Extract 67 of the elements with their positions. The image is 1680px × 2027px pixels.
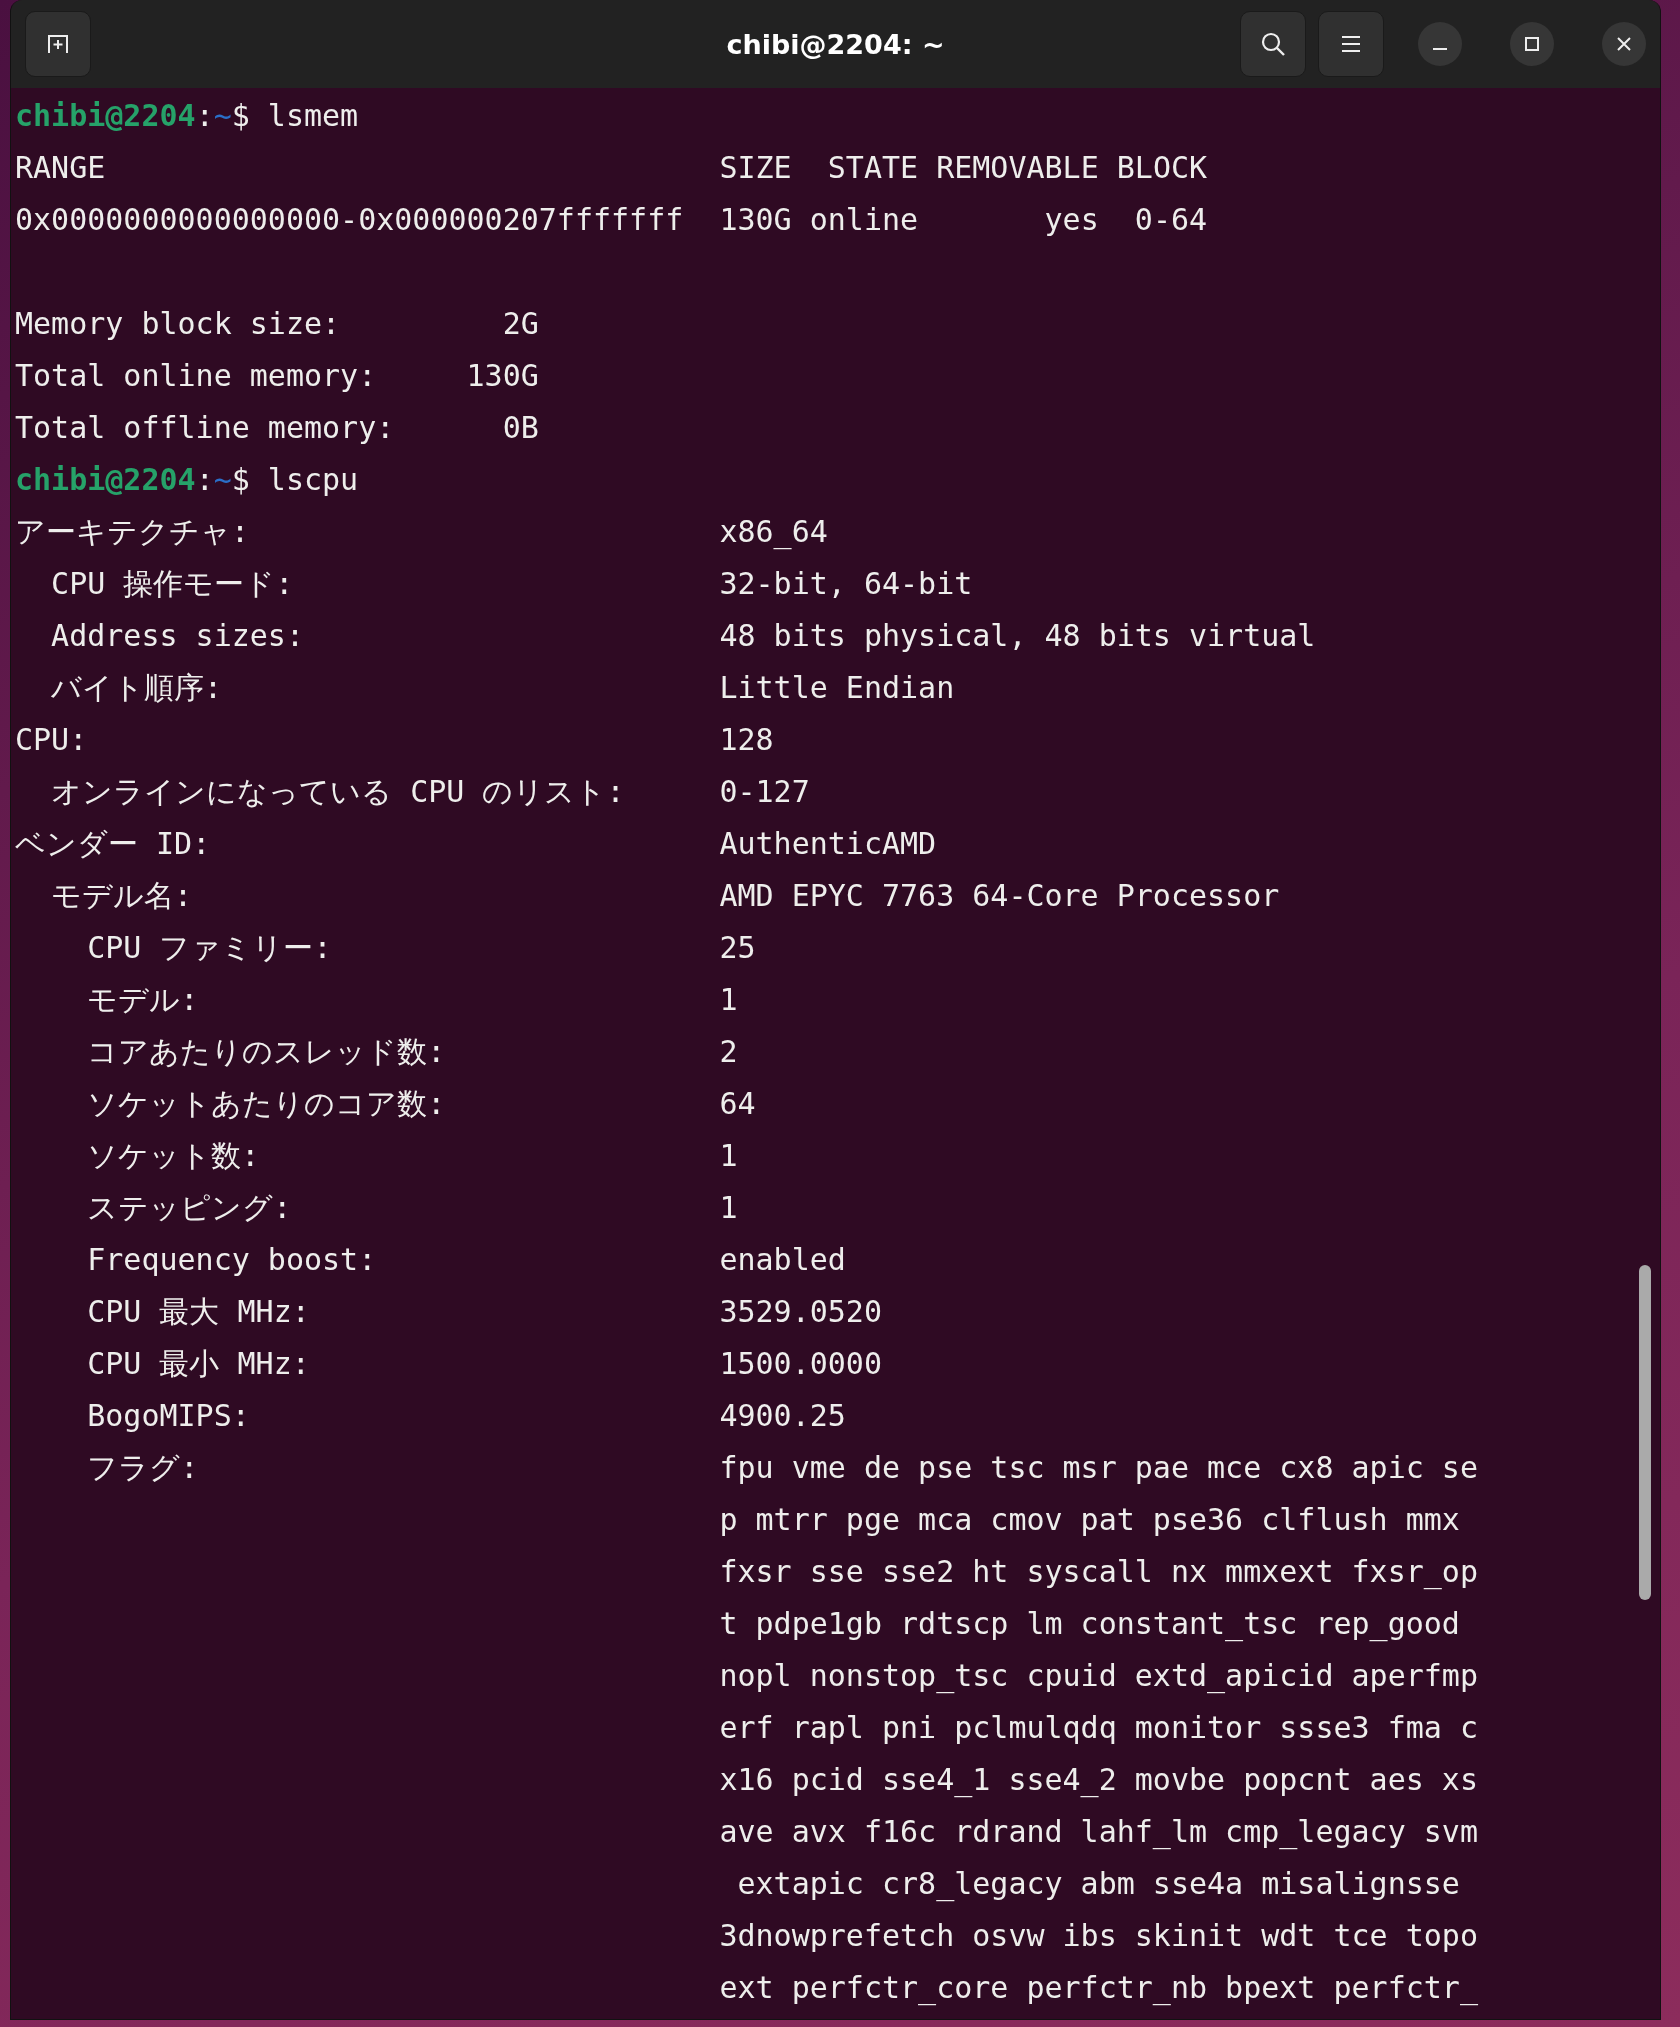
field-value: 1	[719, 981, 738, 1019]
field-value: 4900.25	[719, 1397, 846, 1435]
field-value: fxsr sse sse2 ht syscall nx mmxext fxsr_op	[719, 1553, 1478, 1592]
output-line: RANGE SIZE STATE REMOVABLE BLOCK	[15, 149, 1208, 187]
field-value: 3dnowprefetch osvw ibs skinit wdt tce topo	[719, 1917, 1478, 1955]
field-label: Address sizes:	[51, 617, 304, 655]
field-label: ステッピング:	[87, 1189, 292, 1227]
output-line: 0x0000000000000000-0x000000207fffffff 130G online yes 0-64	[15, 201, 1208, 239]
field-label: ソケットあたりのコア数:	[87, 1085, 446, 1123]
field-label: バイト順序:	[51, 669, 223, 707]
maximize-button[interactable]	[1510, 22, 1554, 66]
field-label: CPU 操作モード:	[51, 565, 294, 603]
field-value: 128	[719, 721, 774, 759]
output-line: Total offline memory: 0B	[15, 409, 539, 447]
field-label: モデル:	[87, 981, 199, 1019]
command-line: chibi@2204:~$ lscpu	[15, 461, 359, 499]
field-value: p mtrr pge mca cmov pat pse36 clflush mmx	[719, 1501, 1460, 1539]
field-value: 3529.0520	[719, 1293, 882, 1331]
field-value: extapic cr8_legacy abm sse4a misalignsse	[736, 1865, 1460, 1904]
close-icon	[1616, 36, 1632, 52]
field-value: t pdpe1gb rdtscp lm constant_tsc rep_good	[719, 1605, 1460, 1644]
field-value: 1	[719, 1137, 738, 1175]
close-button[interactable]	[1602, 22, 1646, 66]
field-value: ave avx f16c rdrand lahf_lm cmp_legacy svm	[719, 1813, 1478, 1852]
field-label: CPU ファミリー:	[87, 929, 332, 967]
field-value: 64	[719, 1085, 756, 1123]
field-label: モデル名:	[51, 877, 193, 915]
output-line: Total online memory: 130G	[15, 357, 539, 395]
field-label: オンラインになっている CPU のリスト:	[51, 773, 625, 811]
new-tab-button[interactable]	[25, 11, 91, 77]
field-value: enabled	[719, 1241, 846, 1279]
field-label: Frequency boost:	[87, 1241, 377, 1279]
window-title: chibi@2204: ~	[726, 28, 945, 60]
field-value: Little Endian	[719, 669, 955, 707]
field-label: CPU 最小 MHz:	[87, 1345, 310, 1383]
field-value: nopl nonstop_tsc cpuid extd_apicid aperfmp	[719, 1657, 1478, 1696]
field-value: 48 bits physical, 48 bits virtual	[719, 617, 1316, 655]
field-value: 0-127	[719, 773, 810, 811]
field-value: 32-bit, 64-bit	[719, 565, 973, 603]
search-button[interactable]	[1240, 11, 1306, 77]
field-label: CPU:	[15, 721, 88, 759]
field-value: 2	[719, 1033, 738, 1071]
field-value: fpu vme de pse tsc msr pae mce cx8 apic se	[719, 1449, 1478, 1487]
field-value: AuthenticAMD	[719, 825, 937, 863]
scrollbar[interactable]	[1639, 1265, 1651, 1600]
field-value: x16 pcid sse4_1 sse4_2 movbe popcnt aes xs	[719, 1761, 1478, 1800]
field-label: ソケット数:	[87, 1137, 260, 1175]
command-line: chibi@2204:~$ lsmem	[15, 97, 359, 135]
field-value: 25	[719, 929, 756, 967]
field-label: BogoMIPS:	[87, 1397, 250, 1435]
minimize-icon	[1433, 48, 1447, 50]
search-icon	[1259, 30, 1287, 58]
field-value: x86_64	[719, 513, 828, 552]
field-label: CPU 最大 MHz:	[87, 1293, 310, 1331]
menu-icon	[1340, 34, 1362, 54]
field-label: コアあたりのスレッド数:	[87, 1033, 446, 1071]
field-label: フラグ:	[87, 1449, 199, 1487]
field-value: erf rapl pni pclmulqdq monitor ssse3 fma c	[719, 1709, 1478, 1747]
menu-button[interactable]	[1318, 11, 1384, 77]
output-line: Memory block size: 2G	[15, 305, 539, 343]
field-label: アーキテクチャ:	[15, 513, 250, 551]
field-label: ベンダー ID:	[15, 825, 211, 863]
field-value: ext perfctr_core perfctr_nb bpext perfctr_	[719, 1969, 1478, 2008]
field-value: 1	[719, 1189, 738, 1227]
maximize-icon	[1524, 36, 1540, 52]
field-value: AMD EPYC 7763 64-Core Processor	[719, 877, 1280, 915]
field-value: 1500.0000	[719, 1345, 882, 1383]
